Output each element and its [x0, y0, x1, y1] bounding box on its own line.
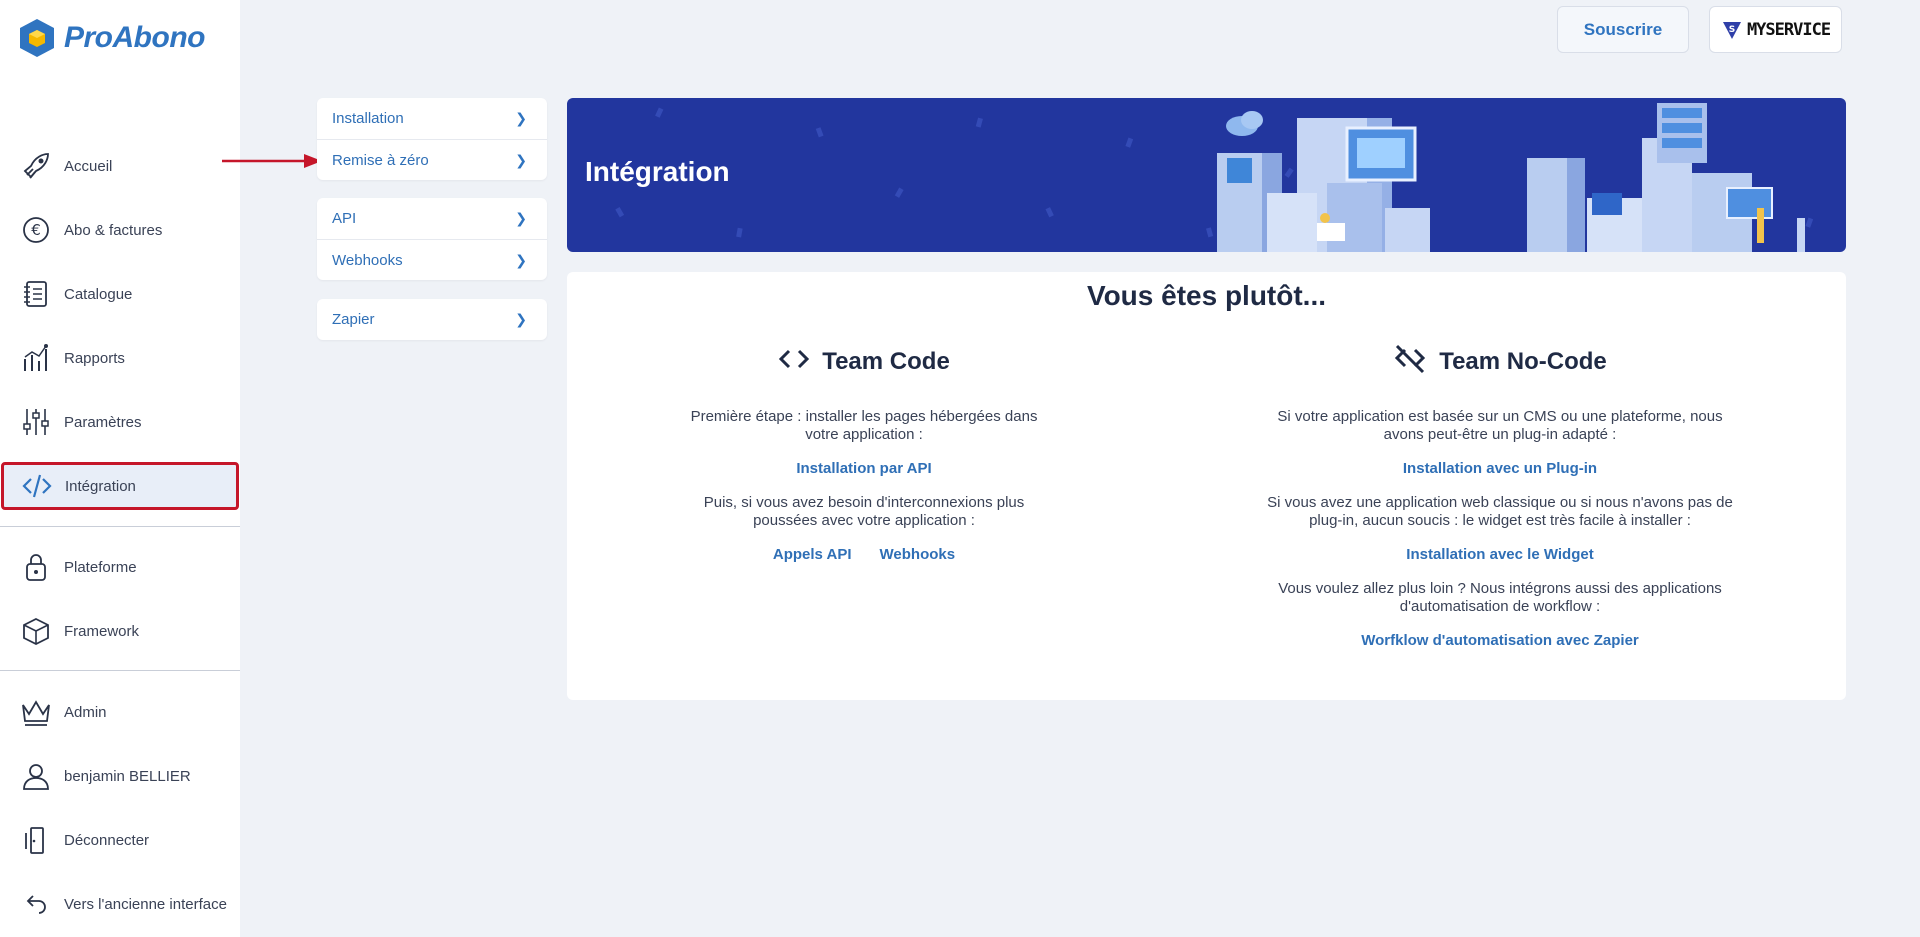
sidebar-item-label: Catalogue — [64, 285, 133, 303]
sidebar-item-label: Rapports — [64, 349, 125, 367]
sidebar-item-deconnecter[interactable]: Déconnecter — [0, 815, 240, 865]
submenu-group-api: API ❯ Webhooks ❯ — [317, 198, 547, 280]
svg-text:€: € — [31, 221, 41, 239]
sidebar-item-rapports[interactable]: Rapports — [0, 333, 240, 383]
rocket-icon — [20, 150, 52, 182]
submenu-item-webhooks[interactable]: Webhooks ❯ — [317, 239, 547, 280]
chevron-right-icon: ❯ — [515, 210, 527, 226]
sliders-icon — [20, 406, 52, 438]
city-illustration — [615, 103, 1814, 252]
svg-text:S: S — [1729, 25, 1735, 35]
submenu-item-label: Webhooks — [332, 251, 403, 269]
webhooks-link[interactable]: Webhooks — [880, 546, 956, 563]
sidebar-item-label: Abo & factures — [64, 221, 163, 239]
sidebar-item-integration[interactable]: Intégration — [1, 462, 239, 510]
sidebar-item-label: Paramètres — [64, 413, 142, 431]
crown-icon — [20, 696, 52, 728]
install-widget-link[interactable]: Installation avec le Widget — [1406, 546, 1593, 563]
submenu-item-label: Zapier — [332, 311, 375, 328]
banner-title: Intégration — [585, 156, 730, 187]
sidebar-divider — [0, 526, 240, 527]
integration-banner: Intégration — [567, 98, 1846, 252]
submenu-item-label: Installation — [332, 110, 404, 127]
api-calls-link[interactable]: Appels API — [773, 546, 852, 563]
sidebar-item-label: benjamin BELLIER — [64, 767, 191, 785]
team-nocode-column: Team No-Code Si votre application est ba… — [1250, 344, 1750, 650]
submenu-group-zapier: Zapier ❯ — [317, 299, 547, 340]
team-nocode-text-3: Vous voulez allez plus loin ? Nous intég… — [1278, 580, 1722, 615]
subscribe-button[interactable]: Souscrire — [1557, 6, 1689, 53]
code-icon — [21, 470, 53, 502]
team-code-title: Team Code — [822, 348, 950, 375]
sidebar-item-old-interface[interactable]: Vers l'ancienne interface — [0, 879, 240, 929]
euro-icon: € — [20, 214, 52, 246]
sidebar-item-catalogue[interactable]: Catalogue — [0, 269, 240, 319]
hexagon-logo-icon — [20, 19, 54, 57]
integration-card: Vous êtes plutôt... Team Code Première é… — [567, 272, 1846, 700]
sidebar-item-label: Intégration — [65, 477, 136, 495]
team-nocode-text-1: Si votre application est basée sur un CM… — [1277, 408, 1723, 443]
sidebar-item-parametres[interactable]: Paramètres — [0, 397, 240, 447]
sidebar-item-label: Plateforme — [64, 558, 137, 576]
team-code-column: Team Code Première étape : installer les… — [614, 344, 1114, 563]
brand-name: ProAbono — [64, 21, 205, 54]
code-slash-icon — [1393, 344, 1427, 381]
submenu-item-api[interactable]: API ❯ — [317, 198, 547, 239]
zapier-workflow-link[interactable]: Worfklow d'automatisation avec Zapier — [1361, 632, 1639, 649]
sidebar-item-label: Vers l'ancienne interface — [64, 895, 227, 913]
cube-icon — [20, 615, 52, 647]
submenu-item-label: Remise à zéro — [332, 151, 429, 169]
lock-icon — [20, 551, 52, 583]
sidebar-divider — [0, 670, 240, 671]
brand-logo[interactable]: ProAbono — [18, 18, 205, 58]
submenu-group-installation: Installation ❯ Remise à zéro ❯ — [317, 98, 547, 180]
install-api-link[interactable]: Installation par API — [796, 460, 931, 477]
submenu-item-remise-a-zero[interactable]: Remise à zéro ❯ — [317, 139, 547, 180]
sidebar-item-accueil[interactable]: Accueil — [0, 141, 240, 191]
sidebar-item-label: Déconnecter — [64, 831, 150, 849]
service-switcher-button[interactable]: S MYSERVICE — [1709, 6, 1842, 53]
card-title: Vous êtes plutôt... — [1086, 280, 1327, 311]
team-code-text-1: Première étape : installer les pages héb… — [690, 408, 1038, 443]
subscribe-label: Souscrire — [1583, 19, 1663, 39]
team-nocode-heading: Team No-Code — [1250, 344, 1750, 380]
chevron-right-icon: ❯ — [515, 251, 527, 268]
sidebar-item-label: Admin — [64, 703, 107, 721]
chart-icon — [20, 342, 52, 374]
annotation-arrow — [222, 154, 322, 168]
door-icon — [20, 824, 52, 856]
service-label: MYSERVICE — [1746, 19, 1831, 40]
team-nocode-title: Team No-Code — [1439, 348, 1607, 375]
chevron-right-icon: ❯ — [515, 151, 527, 168]
sidebar-item-user[interactable]: benjamin BELLIER — [0, 751, 240, 801]
sidebar-item-plateforme[interactable]: Plateforme — [0, 542, 240, 592]
team-code-heading: Team Code — [614, 344, 1114, 380]
sidebar-item-admin[interactable]: Admin — [0, 687, 240, 737]
chevron-right-icon: ❯ — [515, 311, 527, 327]
team-nocode-text-2: Si vous avez une application web classiq… — [1267, 494, 1733, 529]
user-icon — [20, 760, 52, 792]
sidebar-item-label: Framework — [64, 622, 140, 640]
submenu-item-installation[interactable]: Installation ❯ — [317, 98, 547, 139]
code-brackets-icon — [778, 347, 810, 378]
submenu-item-zapier[interactable]: Zapier ❯ — [317, 299, 547, 340]
sidebar-item-label: Accueil — [64, 157, 113, 175]
sidebar-item-framework[interactable]: Framework — [0, 606, 240, 656]
service-logo-icon: S — [1722, 21, 1741, 39]
install-plugin-link[interactable]: Installation avec un Plug-in — [1403, 460, 1597, 477]
chevron-right-icon: ❯ — [515, 110, 527, 126]
notebook-icon — [20, 278, 52, 310]
undo-icon — [20, 888, 52, 920]
sidebar: ProAbono Accueil € Abo & factures Catalo… — [0, 0, 240, 937]
team-code-text-2: Puis, si vous avez besoin d'interconnexi… — [703, 494, 1025, 529]
submenu-item-label: API — [332, 210, 357, 227]
sidebar-item-abo-factures[interactable]: € Abo & factures — [0, 205, 240, 255]
